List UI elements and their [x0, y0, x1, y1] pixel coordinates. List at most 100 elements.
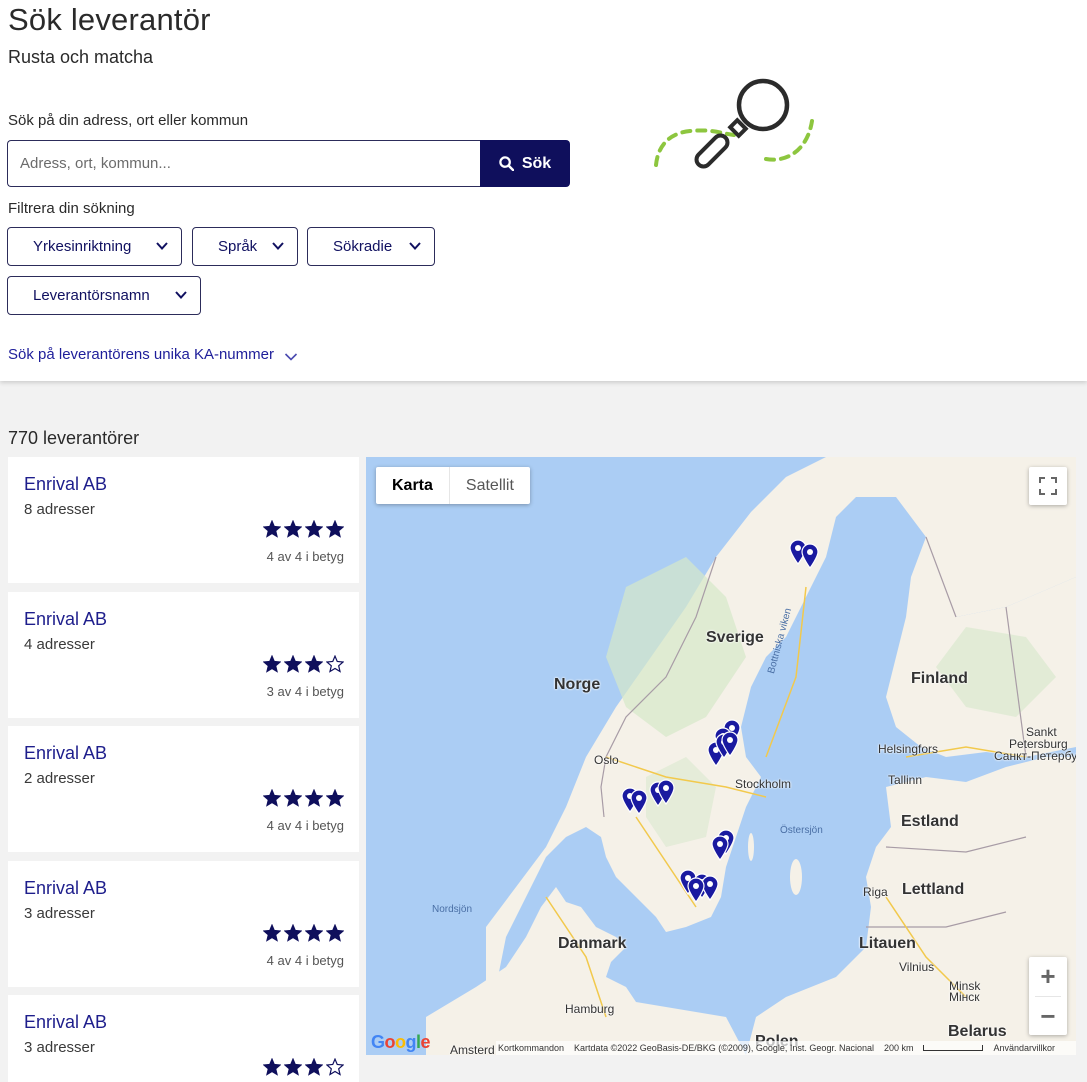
- filter-label-text: Språk: [218, 238, 258, 255]
- star-filled-icon: [326, 789, 344, 807]
- star-filled-icon: [284, 655, 302, 673]
- rating-stars: [263, 520, 344, 538]
- supplier-name-link[interactable]: Enrival AB: [24, 743, 107, 764]
- rating-text: 4 av 4 i betyg: [266, 818, 344, 833]
- map-label-stockholm: Stockholm: [735, 777, 792, 791]
- filter-label: Filtrera din sökning: [8, 200, 135, 217]
- magnifier-illustration-icon: [654, 78, 814, 169]
- supplier-card[interactable]: Enrival AB 2 adresser 4 av 4 i betyg: [8, 726, 359, 852]
- rating-text: 4 av 4 i betyg: [266, 953, 344, 968]
- page-subtitle: Rusta och matcha: [8, 47, 154, 67]
- rating-stars: [263, 789, 344, 807]
- map-scale-bar: [923, 1045, 984, 1051]
- map-type-satellit[interactable]: Satellit: [450, 467, 530, 504]
- fullscreen-icon: [1039, 477, 1057, 495]
- supplier-address-count: 8 adresser: [24, 501, 95, 518]
- map-scale: 200 km: [883, 1043, 914, 1053]
- rating-text: 4 av 4 i betyg: [266, 549, 344, 564]
- chevron-down-icon: [272, 242, 284, 250]
- map-label-vilnius-1: Vilnius: [899, 960, 935, 974]
- star-filled-icon: [284, 924, 302, 942]
- star-filled-icon: [284, 520, 302, 538]
- ka-number-link[interactable]: Sök på leverantörens unika KA-nummer: [8, 346, 298, 363]
- filter-leverantorsnamn[interactable]: Leverantörsnamn: [7, 276, 201, 315]
- google-logo: Google: [371, 1032, 431, 1052]
- map-pin-icon[interactable]: [687, 877, 705, 903]
- star-filled-icon: [263, 655, 281, 673]
- supplier-card[interactable]: Enrival AB 4 adresser 3 av 4 i betyg: [8, 592, 359, 718]
- map-label-minsk-2: Мінск: [949, 990, 980, 1004]
- filter-label-text: Sökradie: [333, 238, 393, 255]
- chevron-down-icon: [175, 291, 187, 299]
- filter-yrkesinriktning[interactable]: Yrkesinriktning: [7, 227, 182, 266]
- supplier-name-link[interactable]: Enrival AB: [24, 609, 107, 630]
- star-empty-icon: [326, 1058, 344, 1076]
- supplier-card[interactable]: Enrival AB 3 adresser: [8, 995, 359, 1082]
- star-filled-icon: [263, 789, 281, 807]
- map-label-norway: Norge: [554, 676, 601, 693]
- map-pin-icon[interactable]: [801, 543, 819, 569]
- search-button[interactable]: Sök: [480, 140, 570, 187]
- map-label-denmark: Danmark: [558, 935, 627, 952]
- map-label-estonia: Estland: [901, 813, 959, 830]
- zoom-in-button[interactable]: +: [1029, 957, 1067, 996]
- page-title: Sök leverantör: [8, 2, 211, 37]
- supplier-address-count: 4 adresser: [24, 636, 95, 653]
- search-icon: [499, 156, 514, 171]
- star-filled-icon: [305, 1058, 323, 1076]
- map-label-st-petersburg-ru: Санкт-Петербург: [994, 749, 1076, 763]
- map-label-tallinn: Tallinn: [888, 773, 923, 787]
- rating-stars: [263, 655, 344, 673]
- filter-sprak[interactable]: Språk: [192, 227, 298, 266]
- star-filled-icon: [284, 1058, 302, 1076]
- supplier-address-count: 2 adresser: [24, 770, 95, 787]
- star-filled-icon: [263, 924, 281, 942]
- map-label-riga: Riga: [863, 885, 888, 899]
- fullscreen-button[interactable]: [1029, 467, 1067, 505]
- supplier-name-link[interactable]: Enrival AB: [24, 474, 107, 495]
- star-filled-icon: [263, 520, 281, 538]
- supplier-name-link[interactable]: Enrival AB: [24, 878, 107, 899]
- map-type-karta[interactable]: Karta: [376, 467, 450, 504]
- chevron-down-icon: [409, 242, 421, 250]
- star-filled-icon: [326, 520, 344, 538]
- star-empty-icon: [326, 655, 344, 673]
- supplier-map[interactable]: Sverige Norge Finland Estland Lettland L…: [366, 457, 1076, 1055]
- keyboard-shortcuts-link[interactable]: Kortkommandon: [498, 1043, 564, 1053]
- search-button-label: Sök: [521, 154, 552, 172]
- filter-label-text: Yrkesinriktning: [33, 238, 132, 255]
- search-label: Sök på din adress, ort eller kommun: [8, 112, 249, 129]
- map-pin-icon[interactable]: [630, 789, 648, 815]
- map-pin-icon[interactable]: [721, 731, 739, 757]
- supplier-address-count: 3 adresser: [24, 1039, 95, 1056]
- map-pin-icon[interactable]: [657, 779, 675, 805]
- map-label-baltic-sea: Östersjön: [780, 825, 823, 836]
- zoom-out-button[interactable]: −: [1029, 997, 1067, 1036]
- map-label-helsinki: Helsingfors: [878, 742, 939, 756]
- map-label-oslo: Oslo: [594, 753, 619, 767]
- rating-stars: [263, 924, 344, 942]
- map-label-belarus: Belarus: [948, 1023, 1007, 1040]
- star-filled-icon: [305, 520, 323, 538]
- map-label-north-sea: Nordsjön: [432, 904, 473, 915]
- supplier-card[interactable]: Enrival AB 8 adresser 4 av 4 i betyg: [8, 457, 359, 583]
- chevron-down-icon: [156, 242, 168, 250]
- filter-sokradie[interactable]: Sökradie: [307, 227, 435, 266]
- map-pin-icon[interactable]: [711, 835, 729, 861]
- star-filled-icon: [326, 924, 344, 942]
- search-panel: Sök leverantör Rusta och matcha Sök på d…: [0, 0, 1087, 381]
- map-label-finland: Finland: [911, 670, 968, 687]
- terms-link[interactable]: Användarvillkor: [993, 1043, 1055, 1053]
- results-count: 770 leverantörer: [8, 428, 140, 448]
- map-label-lithuania: Litauen: [859, 935, 916, 952]
- map-label-sweden: Sverige: [706, 629, 764, 646]
- map-type-control: Karta Satellit: [376, 467, 530, 504]
- filter-label-text: Leverantörsnamn: [33, 287, 150, 304]
- supplier-card[interactable]: Enrival AB 3 adresser 4 av 4 i betyg: [8, 861, 359, 987]
- map-label-latvia: Lettland: [902, 881, 965, 898]
- search-input[interactable]: [7, 140, 481, 187]
- map-label-amsterdam: Amsterd: [450, 1043, 495, 1055]
- supplier-name-link[interactable]: Enrival AB: [24, 1012, 107, 1033]
- star-filled-icon: [305, 924, 323, 942]
- star-filled-icon: [284, 789, 302, 807]
